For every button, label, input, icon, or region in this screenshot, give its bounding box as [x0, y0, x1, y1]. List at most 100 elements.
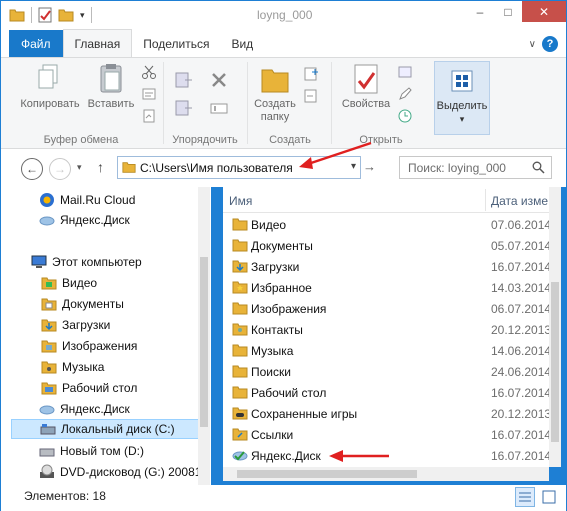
cut-icon[interactable] [141, 64, 157, 80]
file-list-hscroll-thumb[interactable] [237, 470, 417, 478]
nav-item-label: Изображения [62, 339, 138, 353]
folder-icon [232, 239, 248, 252]
nav-item-local-disk-c[interactable]: Локальный диск (C:) [11, 419, 199, 439]
nav-item-label: Документы [62, 297, 124, 311]
nav-item-label: Загрузки [62, 318, 111, 332]
nav-item-new-volume-d[interactable]: Новый том (D:) [1, 441, 211, 461]
tab-view[interactable]: Вид [220, 31, 264, 57]
file-row-downloads[interactable]: Загрузки 16.07.2014 [223, 256, 549, 277]
forward-button[interactable]: → [49, 158, 71, 180]
tab-share[interactable]: Поделиться [132, 31, 220, 57]
history-icon[interactable] [397, 108, 413, 124]
nav-item-label: Музыка [62, 360, 105, 374]
file-list-scrollbar[interactable] [549, 187, 561, 467]
move-to-icon[interactable] [173, 70, 193, 90]
file-list-hscrollbar[interactable] [223, 467, 549, 481]
details-view-icon [519, 492, 531, 502]
annotation-arrow-icon [329, 450, 389, 462]
large-icons-view-button[interactable] [539, 487, 559, 507]
contacts-folder-icon [232, 323, 248, 336]
nav-item-this-pc[interactable]: Этот компьютер [1, 252, 211, 272]
folder-icon [41, 382, 57, 395]
ribbon-tabs: Файл Главная Поделиться Вид ∨ ? [1, 29, 566, 57]
back-button[interactable]: ← [21, 158, 43, 180]
window-title: loyng_000 [257, 8, 313, 22]
file-row-saved-games[interactable]: Сохраненные игры 20.12.2013 [223, 403, 549, 424]
minimize-icon[interactable]: – [466, 1, 494, 22]
organize-group-label: Упорядочить [172, 134, 238, 146]
copy-to-icon[interactable] [173, 98, 193, 118]
file-list-scroll-thumb[interactable] [551, 282, 559, 442]
select-label: Выделить [436, 100, 488, 112]
file-row-contacts[interactable]: Контакты 20.12.2013 [223, 319, 549, 340]
customize-toolbar-dropdown-icon[interactable]: ▾ [80, 10, 85, 21]
column-date-header[interactable]: Дата изме [491, 194, 548, 208]
paste-button[interactable]: Вставить [83, 62, 139, 111]
open-icon[interactable] [397, 64, 413, 80]
file-row-links[interactable]: Ссылки 16.07.2014 [223, 424, 549, 445]
details-view-button[interactable] [515, 487, 535, 507]
delete-icon[interactable] [209, 70, 229, 90]
navigation-pane: Mail.Ru Cloud Яндекс.Диск Этот компьютер… [1, 187, 211, 485]
tab-file[interactable]: Файл [9, 30, 63, 57]
column-divider[interactable] [485, 189, 486, 211]
nav-item-dvd-drive-g[interactable]: DVD-дисковод (G:) 20081 [1, 462, 211, 482]
nav-pane-scroll-thumb[interactable] [200, 257, 208, 427]
paste-icon [100, 64, 122, 93]
nav-item-mailru-cloud[interactable]: Mail.Ru Cloud [1, 190, 211, 210]
file-row-music[interactable]: Музыка 14.06.2014 [223, 340, 549, 361]
easy-access-icon[interactable] [303, 88, 319, 104]
copy-icon [38, 64, 58, 89]
properties-icon[interactable] [38, 7, 52, 23]
new-folder-icon[interactable] [58, 8, 74, 22]
new-folder-button[interactable]: Создать папку [249, 62, 301, 124]
paste-shortcut-icon[interactable] [141, 108, 157, 124]
copy-path-icon[interactable] [141, 86, 157, 102]
search-input[interactable]: Поиск: loying_000 [399, 156, 552, 179]
paste-label: Вставить [87, 98, 135, 110]
file-row-searches[interactable]: Поиски 24.06.2014 [223, 361, 549, 382]
nav-item-pictures[interactable]: Изображения [1, 336, 211, 356]
column-name-header[interactable]: Имя [229, 194, 252, 208]
file-row-documents[interactable]: Документы 05.07.2014 [223, 235, 549, 256]
edit-icon[interactable] [397, 86, 413, 102]
nav-item-desktop[interactable]: Рабочий стол [1, 378, 211, 398]
file-row-desktop[interactable]: Рабочий стол 16.07.2014 [223, 382, 549, 403]
dvd-icon [40, 464, 54, 478]
search-placeholder: Поиск: loying_000 [408, 160, 506, 175]
new-item-icon[interactable] [303, 66, 319, 82]
properties-button[interactable]: Свойства [337, 62, 395, 111]
address-path: C:\Users\Имя пользователя [140, 160, 293, 175]
close-button[interactable]: ✕ [522, 1, 566, 22]
folder-icon [232, 365, 248, 378]
nav-item-documents[interactable]: Документы [1, 294, 211, 314]
help-icon[interactable]: ? [542, 36, 558, 52]
nav-item-label: Яндекс.Диск [60, 402, 130, 416]
file-row-favorites[interactable]: Избранное 14.03.2014 [223, 277, 549, 298]
select-button[interactable]: Выделить ▾ [434, 61, 490, 135]
nav-item-music[interactable]: Музыка [1, 357, 211, 377]
file-date: 16.07.2014 [491, 259, 549, 274]
nav-pane-scrollbar[interactable] [198, 187, 210, 485]
yandex-disk-icon [39, 405, 55, 415]
nav-item-label: Видео [62, 276, 98, 290]
copy-button[interactable]: Копировать [15, 62, 85, 111]
large-icons-view-icon [542, 490, 556, 504]
tab-home[interactable]: Главная [62, 29, 133, 57]
file-date: 16.07.2014 [491, 448, 549, 463]
new-folder-icon [261, 69, 289, 93]
up-icon[interactable]: ↑ [97, 159, 104, 175]
nav-item-downloads[interactable]: Загрузки [1, 315, 211, 335]
recent-locations-icon[interactable]: ▾ [77, 162, 82, 173]
yandex-disk-icon [232, 451, 248, 461]
nav-item-yandex-disk[interactable]: Яндекс.Диск [1, 210, 211, 230]
collapse-ribbon-icon[interactable]: ∨ [529, 39, 536, 50]
nav-item-yandex-disk-2[interactable]: Яндекс.Диск [1, 399, 211, 419]
file-row-pictures[interactable]: Изображения 06.07.2014 [223, 298, 549, 319]
nav-item-video[interactable]: Видео [1, 273, 211, 293]
file-row-video[interactable]: Видео 07.06.2014 [223, 214, 549, 235]
rename-icon[interactable] [209, 98, 229, 118]
maximize-icon[interactable]: □ [494, 1, 522, 22]
nav-item-label: Яндекс.Диск [60, 213, 130, 227]
search-icon [532, 161, 545, 174]
